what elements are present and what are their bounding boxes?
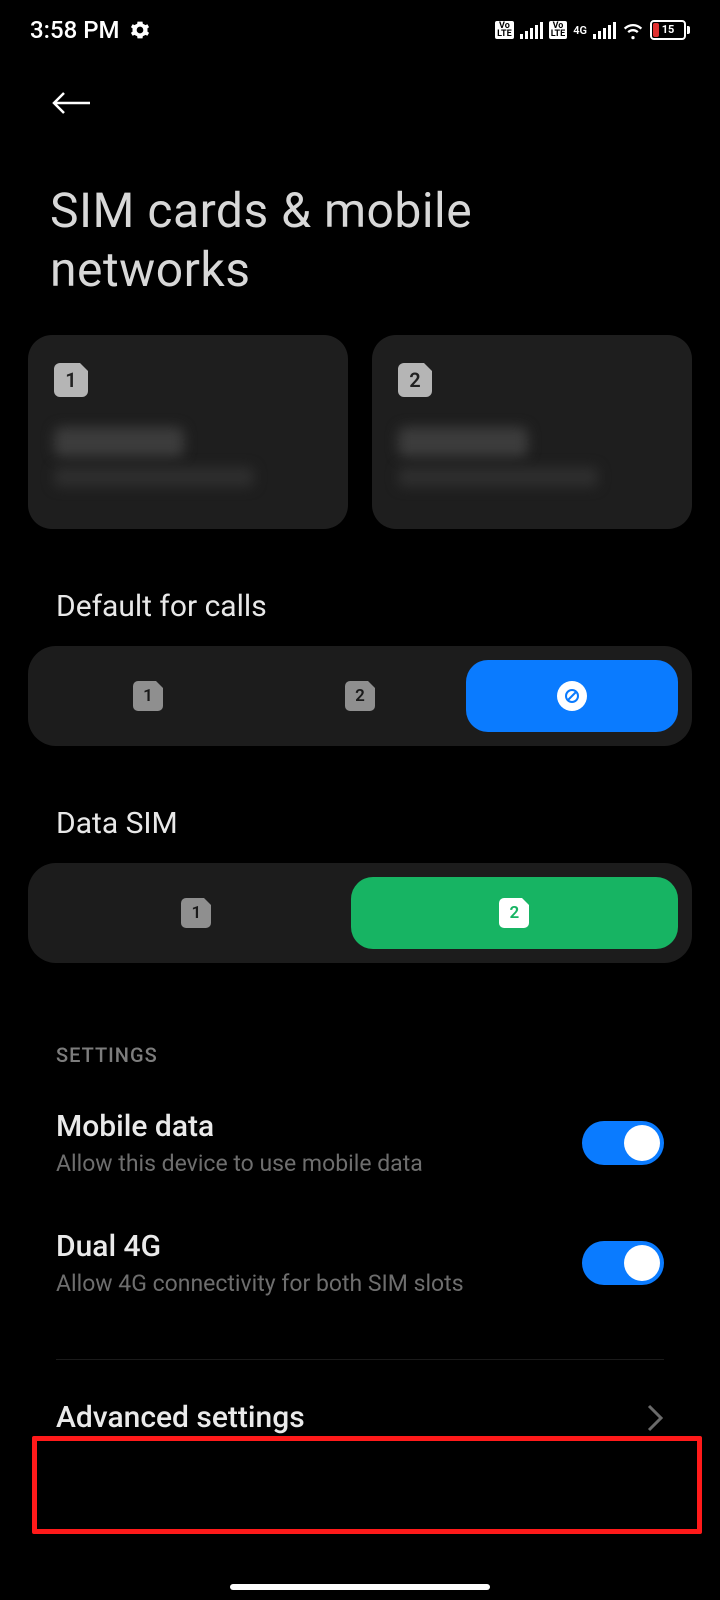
- volte-icon-2: VoLTE: [549, 21, 568, 39]
- settings-status-icon: [130, 20, 150, 40]
- chevron-right-icon: [646, 1403, 664, 1433]
- signal-bars-1: [520, 21, 543, 39]
- data-sim-label: Data SIM: [0, 746, 720, 863]
- home-indicator[interactable]: [230, 1584, 490, 1590]
- default-calls-none[interactable]: [466, 660, 678, 732]
- sim-1-name-redacted: [54, 427, 184, 457]
- sim-slot-number-1: 1: [65, 368, 76, 392]
- volte-icon-1: VoLTE: [495, 21, 514, 39]
- no-default-icon: [557, 681, 587, 711]
- sim-icon: 2: [499, 898, 529, 928]
- mobile-data-title: Mobile data: [56, 1109, 423, 1144]
- dual-4g-toggle[interactable]: [582, 1241, 664, 1285]
- sim-slot-number-2: 2: [409, 368, 420, 392]
- default-calls-sim2[interactable]: 2: [254, 660, 466, 732]
- default-calls-sim1[interactable]: 1: [42, 660, 254, 732]
- data-sim-sim1[interactable]: 1: [42, 877, 351, 949]
- advanced-settings-title: Advanced settings: [56, 1400, 305, 1435]
- battery-indicator: 15: [650, 20, 690, 40]
- sim-2-number-redacted: [398, 467, 598, 487]
- dual-4g-desc: Allow 4G connectivity for both SIM slots: [56, 1270, 464, 1297]
- sim-icon: 1: [181, 898, 211, 928]
- status-bar: 3:58 PM VoLTE VoLTE 4G 15: [0, 0, 720, 60]
- dual-4g-row[interactable]: Dual 4G Allow 4G connectivity for both S…: [0, 1205, 720, 1325]
- sim-chip-icon-2: 2: [398, 363, 432, 397]
- data-sim-selector: 1 2: [28, 863, 692, 963]
- signal-4g-label: 4G: [573, 24, 587, 37]
- dual-4g-title: Dual 4G: [56, 1229, 464, 1264]
- signal-bars-2: [593, 21, 616, 39]
- wifi-icon: [622, 19, 644, 41]
- mobile-data-row[interactable]: Mobile data Allow this device to use mob…: [0, 1085, 720, 1205]
- sim-card-1[interactable]: 1: [28, 335, 348, 529]
- sim-card-2[interactable]: 2: [372, 335, 692, 529]
- sim-chip-icon-1: 1: [54, 363, 88, 397]
- default-calls-selector: 1 2: [28, 646, 692, 746]
- status-time: 3:58 PM: [30, 16, 120, 44]
- sim-1-number-redacted: [54, 467, 254, 487]
- back-icon[interactable]: [50, 88, 92, 118]
- status-right-icons: VoLTE VoLTE 4G 15: [495, 19, 690, 41]
- data-sim-sim2[interactable]: 2: [351, 877, 678, 949]
- sim-2-name-redacted: [398, 427, 528, 457]
- advanced-settings-row[interactable]: Advanced settings: [0, 1360, 720, 1477]
- settings-section-header: SETTINGS: [0, 963, 720, 1085]
- page-title: SIM cards & mobile networks: [0, 142, 720, 335]
- default-calls-label: Default for calls: [0, 529, 720, 646]
- mobile-data-toggle[interactable]: [582, 1121, 664, 1165]
- sim-icon: 2: [345, 681, 375, 711]
- mobile-data-desc: Allow this device to use mobile data: [56, 1150, 423, 1177]
- battery-percent: 15: [652, 22, 684, 38]
- sim-icon: 1: [133, 681, 163, 711]
